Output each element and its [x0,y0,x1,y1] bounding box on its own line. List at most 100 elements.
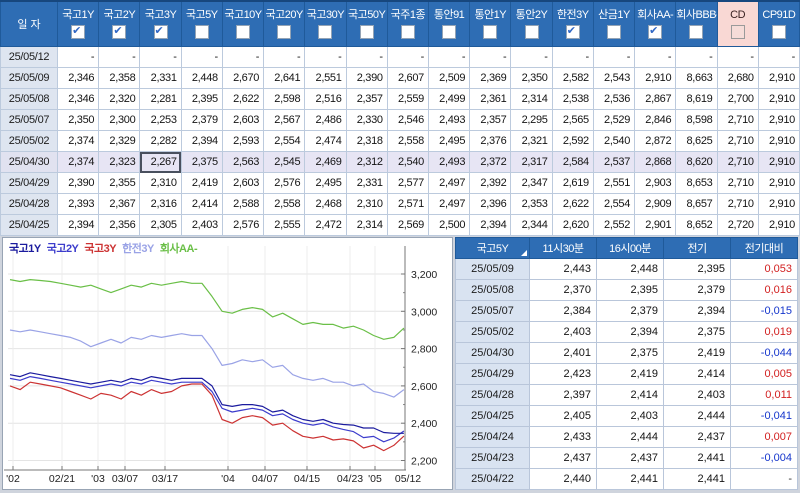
quote-instrument-header[interactable]: 국고5Y [456,238,530,259]
quote-date-cell[interactable]: 25/04/25 [456,406,530,427]
rate-cell[interactable]: 8,598 [676,110,717,131]
rate-cell[interactable]: 2,323 [99,152,140,173]
rate-cell[interactable]: 2,680 [717,68,758,89]
quote-date-cell[interactable]: 25/04/22 [456,469,530,490]
column-checkbox-checked[interactable] [566,25,580,39]
rate-cell[interactable]: - [305,47,346,68]
rate-cell[interactable]: 8,625 [676,131,717,152]
rate-cell[interactable]: 2,910 [758,194,799,215]
column-header-13[interactable]: 산금1Y [593,1,634,47]
rate-cell[interactable]: 2,554 [264,131,305,152]
rate-cell[interactable]: 2,500 [428,215,469,236]
rate-cell[interactable]: 2,910 [758,89,799,110]
rate-cell[interactable]: 2,321 [511,131,552,152]
rate-cell[interactable]: - [222,47,263,68]
rate-cell[interactable]: 2,537 [593,152,634,173]
rate-cell[interactable]: 2,710 [717,194,758,215]
rate-cell[interactable]: 2,710 [717,173,758,194]
rate-cell[interactable]: 8,620 [676,152,717,173]
rate-cell[interactable]: 2,910 [758,173,799,194]
rate-cell[interactable]: 2,300 [99,110,140,131]
rate-cell[interactable]: 2,374 [58,131,99,152]
rate-cell[interactable]: 2,310 [346,194,387,215]
quote-date-cell[interactable]: 25/04/29 [456,364,530,385]
column-checkbox-checked[interactable] [71,25,85,39]
quote-date-cell[interactable]: 25/05/09 [456,259,530,280]
rate-cell[interactable]: 2,593 [222,131,263,152]
rate-cell[interactable]: 2,320 [99,89,140,110]
rate-cell[interactable]: 2,357 [346,89,387,110]
rate-cell[interactable]: - [470,47,511,68]
rate-cell[interactable]: 2,598 [264,89,305,110]
rate-cell[interactable]: 2,350 [58,110,99,131]
rate-cell[interactable]: 2,622 [552,194,593,215]
column-header-1[interactable]: 국고2Y [99,1,140,47]
rate-cell[interactable]: 2,394 [470,215,511,236]
rate-cell[interactable]: 2,538 [552,89,593,110]
rate-cell[interactable]: 2,554 [593,194,634,215]
rate-cell[interactable]: 2,710 [717,131,758,152]
column-checkbox[interactable] [318,25,332,39]
rate-cell[interactable]: 2,576 [264,173,305,194]
rate-cell[interactable]: 2,670 [222,68,263,89]
rate-cell[interactable]: 8,652 [676,215,717,236]
rate-cell[interactable]: 2,468 [305,194,346,215]
rate-cell[interactable]: 2,910 [635,68,676,89]
column-checkbox-checked[interactable] [648,25,662,39]
column-header-14[interactable]: 회사AA- [635,1,676,47]
rate-cell[interactable]: - [140,47,181,68]
rate-cell[interactable]: 2,559 [387,89,428,110]
rate-cell[interactable]: 2,558 [387,131,428,152]
column-header-10[interactable]: 통안1Y [470,1,511,47]
rate-cell[interactable]: 2,314 [511,89,552,110]
rate-cell[interactable]: 2,396 [470,194,511,215]
rate-cell[interactable]: 2,394 [58,215,99,236]
rate-cell[interactable]: 2,584 [552,152,593,173]
column-checkbox[interactable] [236,25,250,39]
rate-cell[interactable]: 2,622 [222,89,263,110]
rate-cell[interactable]: 8,619 [676,89,717,110]
column-header-8[interactable]: 국주1종 [387,1,428,47]
rate-cell[interactable]: 2,495 [305,173,346,194]
rate-cell[interactable]: 2,493 [428,152,469,173]
rate-cell[interactable]: 2,910 [758,131,799,152]
rate-cell[interactable]: 2,281 [140,89,181,110]
column-checkbox[interactable] [525,25,539,39]
column-checkbox[interactable] [772,25,786,39]
rate-cell[interactable]: - [346,47,387,68]
rate-cell[interactable]: 2,357 [470,110,511,131]
quote-date-cell[interactable]: 25/05/08 [456,280,530,301]
rate-cell[interactable]: 2,282 [140,131,181,152]
column-header-16[interactable]: CD [717,1,758,47]
rate-cell[interactable]: 2,540 [593,131,634,152]
rate-cell[interactable]: 2,346 [58,89,99,110]
column-checkbox-checked[interactable] [154,25,168,39]
rate-cell[interactable]: 2,540 [387,152,428,173]
column-header-7[interactable]: 국고50Y [346,1,387,47]
rate-cell[interactable]: 2,253 [140,110,181,131]
date-cell[interactable]: 25/05/02 [1,131,58,152]
rate-cell[interactable]: 2,392 [470,173,511,194]
rate-cell[interactable]: 2,867 [635,89,676,110]
rate-cell[interactable]: 2,395 [181,89,222,110]
rate-cell[interactable]: 2,551 [305,68,346,89]
rate-cell[interactable]: 2,588 [222,194,263,215]
rate-cell[interactable]: 2,909 [635,194,676,215]
rate-cell[interactable]: 2,367 [99,194,140,215]
rate-cell[interactable]: 2,414 [181,194,222,215]
rate-cell[interactable]: 2,312 [346,152,387,173]
rate-cell[interactable]: - [717,47,758,68]
column-checkbox-checked[interactable] [112,25,126,39]
rate-cell[interactable]: - [58,47,99,68]
rate-cell[interactable]: 2,546 [387,110,428,131]
rate-cell[interactable]: 2,555 [264,215,305,236]
rate-cell[interactable]: 2,393 [58,194,99,215]
rate-cell[interactable]: 2,375 [181,152,222,173]
column-header-6[interactable]: 국고30Y [305,1,346,47]
column-header-2[interactable]: 국고3Y [140,1,181,47]
rate-cell[interactable]: 2,358 [99,68,140,89]
rate-cell[interactable]: 2,350 [511,68,552,89]
rate-cell[interactable]: - [593,47,634,68]
rate-cell[interactable]: 2,569 [387,215,428,236]
rate-cell[interactable]: 2,552 [593,215,634,236]
